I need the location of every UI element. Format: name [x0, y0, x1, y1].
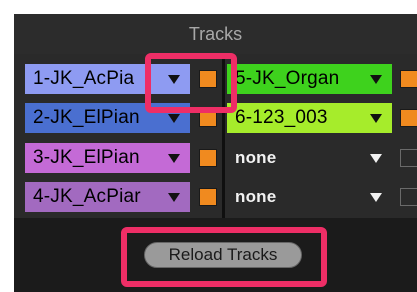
chevron-down-icon — [168, 113, 180, 123]
arm-toggle-7[interactable] — [400, 149, 417, 167]
track-selector-label: 4-JK_AcPiar — [33, 186, 141, 207]
arm-toggle-5[interactable] — [400, 70, 417, 88]
track-selector-label: 5-JK_Organ — [235, 68, 340, 89]
chevron-down-icon — [370, 113, 382, 123]
arm-toggle-8[interactable] — [400, 188, 417, 206]
track-selector-label: none — [235, 148, 277, 167]
track-selector-label: none — [235, 187, 277, 206]
chevron-down-icon — [370, 192, 382, 202]
track-selector-8[interactable]: none — [227, 182, 392, 212]
track-selector-label: 6-123_003 — [235, 107, 328, 128]
chevron-down-icon — [370, 153, 382, 163]
arm-toggle-3[interactable] — [199, 149, 217, 167]
chevron-down-icon — [168, 153, 180, 163]
arm-toggle-4[interactable] — [199, 188, 217, 206]
chevron-down-icon — [370, 74, 382, 84]
chevron-down-icon — [168, 192, 180, 202]
track-selector-6[interactable]: 6-123_003 — [227, 103, 392, 133]
panel-title: Tracks — [14, 14, 417, 54]
track-selector-label: 3-JK_ElPian — [33, 147, 140, 168]
track-selector-3[interactable]: 3-JK_ElPian — [25, 143, 190, 173]
highlight-callout-reload — [121, 227, 327, 287]
highlight-callout-dropdown — [145, 53, 237, 113]
track-selector-4[interactable]: 4-JK_AcPiar — [25, 182, 190, 212]
track-selector-7[interactable]: none — [227, 143, 392, 173]
arm-toggle-6[interactable] — [400, 109, 417, 127]
track-selector-5[interactable]: 5-JK_Organ — [227, 64, 392, 94]
